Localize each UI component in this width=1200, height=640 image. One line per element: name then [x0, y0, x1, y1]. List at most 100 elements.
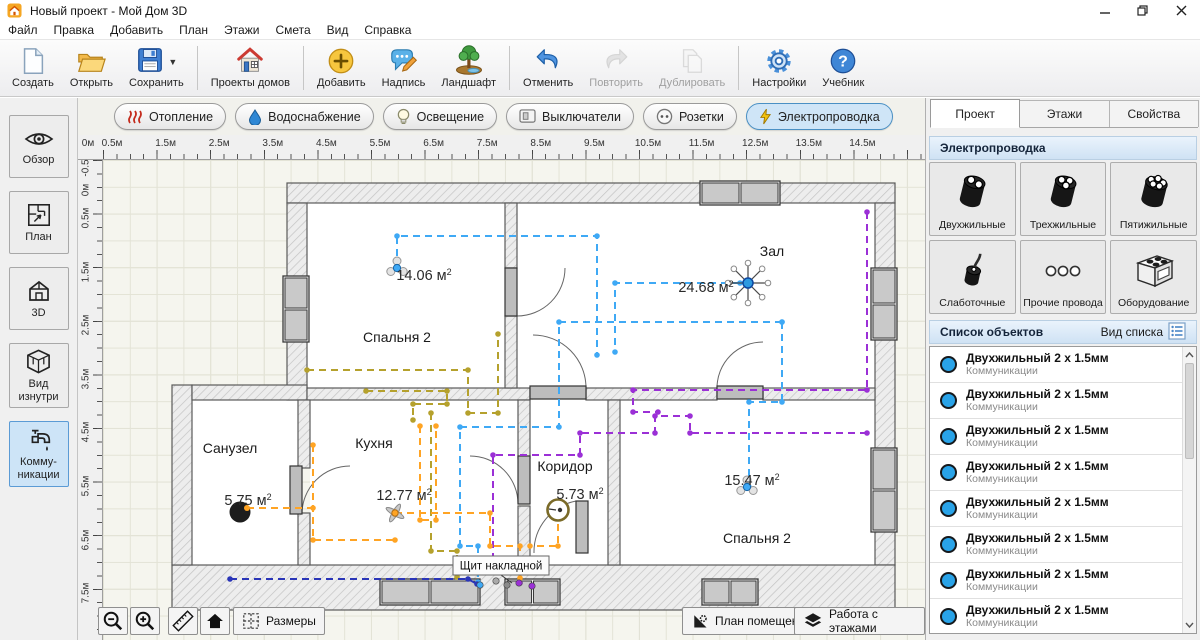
tab-Проект[interactable]: Проект: [930, 99, 1021, 128]
dimensions-button[interactable]: Размеры: [233, 607, 325, 635]
list-item-text: Двухжильный 2 x 1.5мм Коммуникации: [966, 423, 1109, 450]
duplicate-icon: [677, 46, 707, 76]
close-button[interactable]: [1162, 0, 1200, 21]
zoom-out-button[interactable]: [98, 607, 128, 635]
toolbar-button-label: Настройки: [752, 77, 807, 89]
wall: [306, 387, 531, 401]
mode-pill-lighting[interactable]: Освещение: [382, 103, 498, 130]
sidebar-item-3d[interactable]: 3D: [8, 267, 69, 330]
scrollbar-thumb[interactable]: [1185, 363, 1194, 459]
mode-pill-sockets[interactable]: Розетки: [642, 103, 737, 130]
house-3d-icon: [25, 278, 53, 304]
wire-node: [495, 331, 501, 337]
sidebar-item-label: Комму-никации: [17, 456, 60, 481]
tab-Этажи[interactable]: Этажи: [1019, 100, 1110, 127]
list-item[interactable]: Двухжильный 2 x 1.5мм Коммуникации: [930, 599, 1196, 633]
mode-pill-water[interactable]: Водоснабжение: [235, 103, 374, 130]
add-button[interactable]: Добавить: [309, 43, 374, 93]
category-Двухжильные[interactable]: Двухжильные: [929, 162, 1016, 236]
list-item-subtitle: Коммуникации: [966, 617, 1038, 630]
create-button[interactable]: Создать: [4, 43, 62, 93]
minimize-button[interactable]: [1086, 0, 1124, 21]
tab-Свойства[interactable]: Свойства: [1108, 100, 1199, 127]
category-Трехжильные[interactable]: Трехжильные: [1019, 162, 1107, 236]
floors-button[interactable]: Работа с этажами: [794, 607, 925, 635]
category-Прочие провода[interactable]: Прочие провода: [1019, 240, 1107, 314]
panel-dot: [515, 579, 523, 587]
list-item[interactable]: Двухжильный 2 x 1.5мм Коммуникации: [930, 347, 1196, 383]
floor-plan[interactable]: Спальня 2 14.06 м2 Зал 24.68 м2 Санузел 5.75 …: [78, 160, 925, 640]
landscape-button[interactable]: Ландшафт: [433, 43, 504, 93]
wire-node: [428, 548, 434, 554]
category-Пятижильные[interactable]: Пятижильные: [1110, 162, 1197, 236]
room-name: Санузел: [203, 440, 258, 456]
room-area: 24.68 м2: [678, 279, 733, 296]
svg-text:?: ?: [838, 54, 848, 71]
toolbar-separator: [738, 46, 740, 90]
list-view-icon[interactable]: [1168, 321, 1186, 343]
save-button[interactable]: ▼ Сохранить: [121, 43, 192, 93]
sidebar-item-plan[interactable]: План: [8, 191, 69, 254]
ruler-left-label: 3.5м: [80, 368, 92, 390]
list-item[interactable]: Двухжильный 2 x 1.5мм Коммуникации: [930, 491, 1196, 527]
home-button[interactable]: [200, 607, 230, 635]
measure-button[interactable]: [168, 607, 198, 635]
mode-pill-switches[interactable]: Выключатели: [506, 103, 634, 130]
sidebar-item-interior[interactable]: Вид изнутри: [8, 343, 69, 409]
category-Слаботочные[interactable]: Слаботочные: [929, 240, 1016, 314]
menu-item-Смета[interactable]: Смета: [267, 21, 318, 40]
undo-icon: [532, 46, 564, 76]
cable-other-icon: [1040, 243, 1086, 298]
mode-pill-label: Освещение: [416, 109, 485, 124]
list-item-text: Двухжильный 2 x 1.5мм Коммуникации: [966, 459, 1109, 486]
list-item[interactable]: Двухжильный 2 x 1.5мм Коммуникации: [930, 455, 1196, 491]
category-Оборудование[interactable]: Оборудование: [1110, 240, 1197, 314]
main-toolbar: Создать Открыть ▼ Сохранить Проекты домов Доб…: [0, 40, 1200, 97]
cable-3-icon: [1040, 165, 1086, 220]
lightning-icon: [759, 108, 772, 125]
menu-item-Файл[interactable]: Файл: [0, 21, 46, 40]
equipment-icon: [1131, 243, 1177, 298]
category-label: Слаботочные: [939, 297, 1006, 310]
list-item[interactable]: Двухжильный 2 x 1.5мм Коммуникации: [930, 527, 1196, 563]
list-item[interactable]: Двухжильный 2 x 1.5мм Коммуникации: [930, 383, 1196, 419]
object-list-scrollbar[interactable]: [1182, 347, 1196, 633]
undo-button[interactable]: Отменить: [515, 43, 581, 93]
menu-item-Правка[interactable]: Правка: [46, 21, 103, 40]
toolbar-button-label: Открыть: [69, 77, 114, 89]
menu-item-Справка[interactable]: Справка: [356, 21, 419, 40]
toolbar-button-label: Повторить: [589, 77, 643, 89]
zoom-in-button[interactable]: [130, 607, 160, 635]
wire-dot-icon: [940, 500, 957, 517]
house-projects-button[interactable]: Проекты домов: [203, 43, 298, 93]
plan-canvas[interactable]: Отопление Водоснабжение Освещение Выключате…: [78, 98, 925, 640]
menu-item-Добавить[interactable]: Добавить: [102, 21, 171, 40]
category-label: Двухжильные: [939, 219, 1006, 232]
scroll-up-icon[interactable]: [1183, 348, 1196, 362]
restore-button[interactable]: [1124, 0, 1162, 21]
settings-button[interactable]: Настройки: [744, 43, 814, 93]
wire-node: [556, 319, 562, 325]
app-window: Новый проект - Мой Дом 3D Файл Правка Доба…: [0, 0, 1200, 640]
toolbar-button-label: Отменить: [523, 77, 574, 89]
mode-pill-heating[interactable]: Отопление: [114, 103, 227, 130]
category-label: Трехжильные: [1029, 219, 1097, 232]
menu-item-Вид[interactable]: Вид: [319, 21, 357, 40]
mode-pill-wiring[interactable]: Электропроводка: [745, 103, 893, 130]
open-button[interactable]: Открыть: [62, 43, 121, 93]
tutorial-button[interactable]: ? Учебник: [814, 43, 872, 93]
annotation-button[interactable]: Надпись: [374, 43, 434, 93]
list-item-title: Двухжильный 2 x 1.5мм: [966, 567, 1109, 582]
menu-item-План[interactable]: План: [171, 21, 216, 40]
list-item-subtitle: Коммуникации: [966, 545, 1038, 558]
menu-item-Этажи[interactable]: Этажи: [216, 21, 267, 40]
list-item[interactable]: Двухжильный 2 x 1.5мм Коммуникации: [930, 563, 1196, 599]
scroll-down-icon[interactable]: [1183, 618, 1196, 632]
ruler-top-label: 6.5м: [423, 138, 444, 149]
sidebar-item-communications[interactable]: Комму-никации: [8, 421, 69, 487]
sidebar-item-overview[interactable]: Обзор: [8, 115, 69, 178]
save-dropdown-arrow[interactable]: ▼: [168, 57, 177, 67]
ruler-vertical: -0.5 0м 0.5м 1.5м 2.5м 3.5м 4.5м 5.5м 6.5м 7.5м: [78, 159, 103, 640]
ruler-top-label: 5.5м: [369, 138, 391, 149]
list-item[interactable]: Двухжильный 2 x 1.5мм Коммуникации: [930, 419, 1196, 455]
